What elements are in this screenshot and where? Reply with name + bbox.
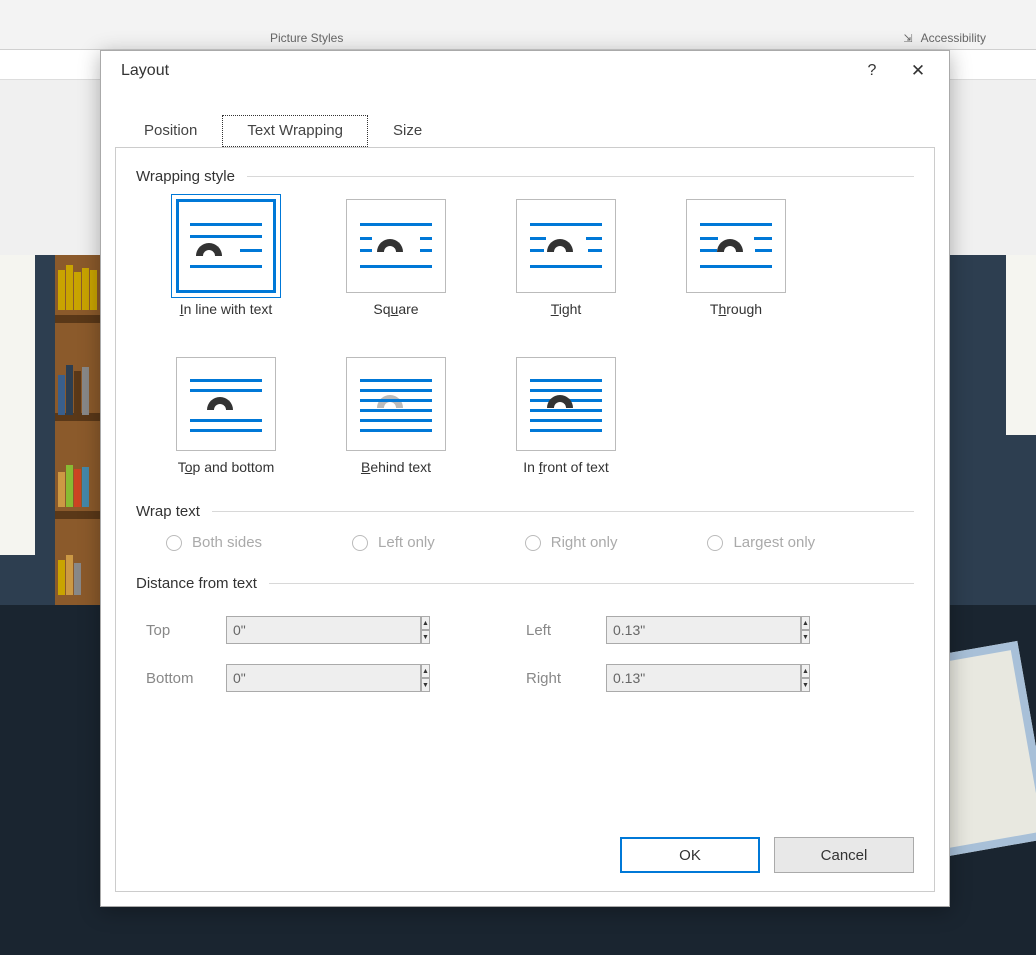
distance-top-input: [226, 616, 421, 644]
style-top-bottom-label: Top and bottom: [178, 459, 275, 475]
dialog-launcher-icon[interactable]: ⇲: [903, 32, 912, 45]
spin-up-icon[interactable]: ▲: [801, 616, 810, 630]
style-inline[interactable]: [176, 199, 276, 293]
wrapping-style-grid: In line with text Square: [136, 199, 914, 475]
style-behind[interactable]: [346, 357, 446, 451]
spin-up-icon[interactable]: ▲: [421, 616, 430, 630]
spin-down-icon[interactable]: ▼: [801, 630, 810, 644]
help-button[interactable]: ?: [849, 62, 895, 80]
distance-left-input: [606, 616, 801, 644]
distance-right-input: [606, 664, 801, 692]
spin-up-icon[interactable]: ▲: [801, 664, 810, 678]
style-front[interactable]: [516, 357, 616, 451]
tabs: Position Text Wrapping Size: [101, 115, 949, 147]
layout-dialog: Layout ? ✕ Position Text Wrapping Size W…: [100, 50, 950, 907]
distance-bottom-input: [226, 664, 421, 692]
style-through-label: Through: [710, 301, 762, 317]
style-square[interactable]: [346, 199, 446, 293]
radio-largest-only: Largest only: [707, 534, 815, 551]
tab-position[interactable]: Position: [119, 115, 222, 147]
style-tight[interactable]: [516, 199, 616, 293]
style-square-label: Square: [373, 301, 418, 317]
style-behind-label: Behind text: [361, 459, 431, 475]
distance-top-spinner[interactable]: ▲▼: [226, 616, 386, 644]
wrap-text-options: Both sides Left only Right only Largest …: [136, 534, 914, 551]
cancel-button[interactable]: Cancel: [774, 837, 914, 873]
tab-content: Wrapping style In line with text: [115, 147, 935, 892]
radio-left-only: Left only: [352, 534, 435, 551]
ribbon-group-accessibility: ⇲ Accessibility: [903, 31, 986, 45]
distance-bottom-label: Bottom: [146, 670, 226, 687]
tab-size[interactable]: Size: [368, 115, 447, 147]
distance-left-label: Left: [526, 622, 606, 639]
style-through[interactable]: [686, 199, 786, 293]
ribbon: Picture Styles ⇲ Accessibility: [0, 0, 1036, 50]
titlebar: Layout ? ✕: [101, 51, 949, 91]
wrapping-style-title: Wrapping style: [136, 168, 914, 185]
style-inline-label: In line with text: [180, 301, 273, 317]
radio-both-sides: Both sides: [166, 534, 262, 551]
tab-text-wrapping[interactable]: Text Wrapping: [222, 115, 368, 147]
distance-bottom-spinner[interactable]: ▲▼: [226, 664, 386, 692]
distance-left-spinner[interactable]: ▲▼: [606, 616, 766, 644]
dialog-footer: OK Cancel: [620, 837, 914, 873]
spin-down-icon[interactable]: ▼: [801, 678, 810, 692]
close-button[interactable]: ✕: [895, 61, 941, 81]
distance-right-label: Right: [526, 670, 606, 687]
distance-top-label: Top: [146, 622, 226, 639]
dialog-title: Layout: [121, 62, 849, 80]
ribbon-group-picture-styles: Picture Styles: [270, 31, 343, 45]
distance-title: Distance from text: [136, 575, 914, 592]
style-tight-label: Tight: [551, 301, 582, 317]
distance-right-spinner[interactable]: ▲▼: [606, 664, 766, 692]
wrap-text-title: Wrap text: [136, 503, 914, 520]
spin-down-icon[interactable]: ▼: [421, 678, 430, 692]
radio-right-only: Right only: [525, 534, 618, 551]
style-front-label: In front of text: [523, 459, 609, 475]
ok-button[interactable]: OK: [620, 837, 760, 873]
spin-down-icon[interactable]: ▼: [421, 630, 430, 644]
style-top-bottom[interactable]: [176, 357, 276, 451]
accessibility-label: Accessibility: [921, 31, 986, 45]
distance-grid: Top ▲▼ Bottom ▲▼ Left: [136, 606, 914, 702]
spin-up-icon[interactable]: ▲: [421, 664, 430, 678]
